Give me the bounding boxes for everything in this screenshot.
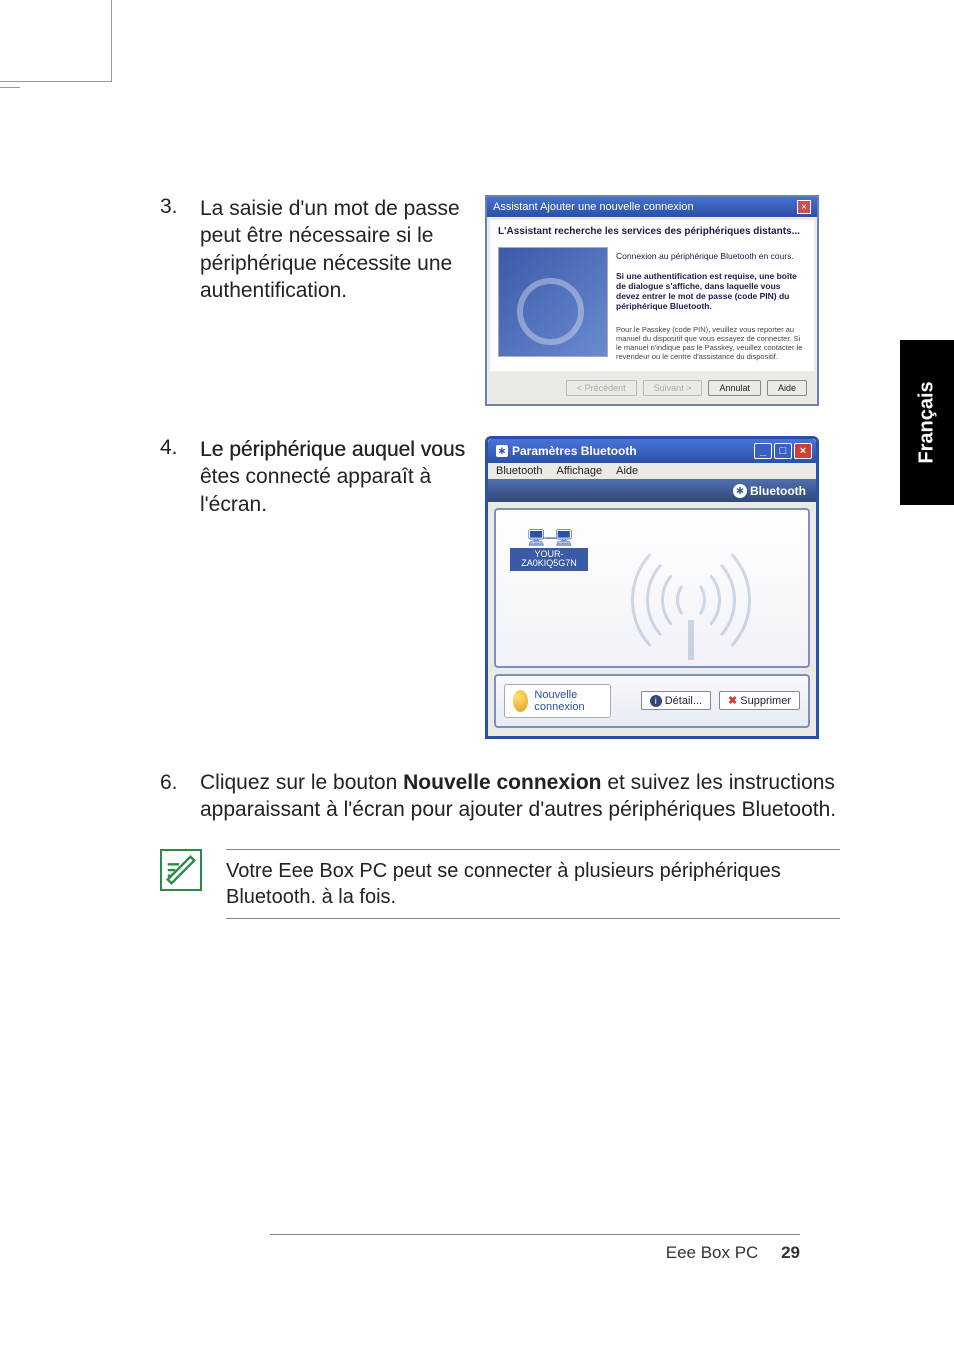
step-4-text: Le périphérique auquel vous êtes connect…: [200, 436, 485, 518]
step-4: 4. Le périphérique auquel vous êtes conn…: [160, 436, 840, 739]
detail-label: Détail...: [665, 695, 702, 707]
dialog-add-connection: Assistant Ajouter une nouvelle connexion…: [485, 195, 819, 406]
close-icon[interactable]: ×: [797, 200, 811, 214]
dialog1-passkey-note: Pour le Passkey (code PIN), veuillez vou…: [616, 325, 806, 361]
crop-mark-top: [0, 0, 112, 82]
step-6-text-a: Cliquez sur le bouton: [200, 771, 403, 794]
dialog1-title-text: Assistant Ajouter une nouvelle connexion: [493, 201, 694, 213]
next-button: Suivant >: [643, 380, 703, 396]
step-4-rest: êtes connecté apparaît à l'écran.: [200, 465, 431, 515]
device-icon: 🖥─🖥: [510, 528, 588, 548]
note-block: Votre Eee Box PC peut se connecter à plu…: [160, 849, 840, 919]
step-6-text: Cliquez sur le bouton Nouvelle connexion…: [200, 769, 840, 824]
detail-button[interactable]: i Détail...: [641, 691, 711, 710]
paired-device[interactable]: 🖥─🖥 YOUR-ZA0KIQ5G7N: [510, 528, 588, 572]
step-6: 6. Cliquez sur le bouton Nouvelle connex…: [160, 769, 840, 824]
delete-label: Supprimer: [740, 695, 791, 707]
dialog2-menubar: Bluetooth Affichage Aide: [488, 463, 816, 479]
dialog1-subtitle: L'Assistant recherche les services des p…: [498, 226, 806, 237]
dialog1-illustration: [498, 247, 608, 357]
step-4-lead: Le périphérique auquel vous: [200, 438, 465, 461]
new-connection-button[interactable]: Nouvelle connexion: [504, 684, 611, 718]
bluetooth-logo-icon: ∗: [733, 484, 747, 498]
dialog-bluetooth-settings: ∗ Paramètres Bluetooth _ □ × Bluetooth A…: [485, 436, 819, 739]
language-tab: Français: [900, 340, 954, 505]
dialog2-toolbar: ∗ Bluetooth: [488, 479, 816, 502]
dialog1-titlebar: Assistant Ajouter une nouvelle connexion…: [487, 197, 817, 217]
new-connection-icon: [513, 690, 528, 712]
note-icon: [160, 849, 202, 891]
step-3-text: La saisie d'un mot de passe peut être né…: [200, 195, 485, 304]
prev-button: < Précédent: [566, 380, 637, 396]
menu-aide[interactable]: Aide: [616, 465, 638, 477]
footer-page-number: 29: [781, 1243, 800, 1262]
step-6-number: 6.: [160, 769, 200, 824]
minimize-icon[interactable]: _: [754, 443, 772, 459]
maximize-icon[interactable]: □: [774, 443, 792, 459]
dialog2-titlebar: ∗ Paramètres Bluetooth _ □ ×: [488, 439, 816, 463]
close-icon[interactable]: ×: [794, 443, 812, 459]
language-label: Français: [916, 381, 939, 463]
info-icon: i: [650, 695, 662, 707]
menu-bluetooth[interactable]: Bluetooth: [496, 465, 542, 477]
dialog2-title-text: Paramètres Bluetooth: [512, 444, 637, 458]
footer-product: Eee Box PC: [666, 1243, 759, 1262]
device-name-label: YOUR-ZA0KIQ5G7N: [510, 548, 588, 572]
dialog1-status: Connexion au périphérique Bluetooth en c…: [616, 251, 806, 261]
step-6-text-bold: Nouvelle connexion: [403, 771, 601, 794]
page-body: 3. La saisie d'un mot de passe peut être…: [110, 0, 890, 1363]
help-button[interactable]: Aide: [767, 380, 807, 396]
menu-affichage[interactable]: Affichage: [556, 465, 602, 477]
signal-icon: [606, 530, 786, 668]
dialog1-auth-note: Si une authentification est requise, une…: [616, 271, 806, 311]
step-4-number: 4.: [160, 436, 200, 460]
new-connection-label: Nouvelle connexion: [534, 689, 601, 713]
delete-icon: ✖: [728, 694, 737, 707]
bluetooth-brand: Bluetooth: [750, 484, 806, 498]
step-3: 3. La saisie d'un mot de passe peut être…: [160, 195, 840, 406]
delete-button[interactable]: ✖ Supprimer: [719, 691, 800, 710]
bluetooth-icon: ∗: [496, 445, 508, 457]
device-list-area: 🖥─🖥 YOUR-ZA0KIQ5G7N: [494, 508, 810, 668]
crop-mark-left: [0, 78, 20, 88]
dialog2-bottom-bar: Nouvelle connexion i Détail... ✖ Supprim…: [494, 674, 810, 728]
note-text: Votre Eee Box PC peut se connecter à plu…: [226, 849, 840, 919]
step-3-number: 3.: [160, 195, 200, 219]
page-footer: Eee Box PC 29: [270, 1234, 800, 1263]
cancel-button[interactable]: Annulat: [708, 380, 761, 396]
